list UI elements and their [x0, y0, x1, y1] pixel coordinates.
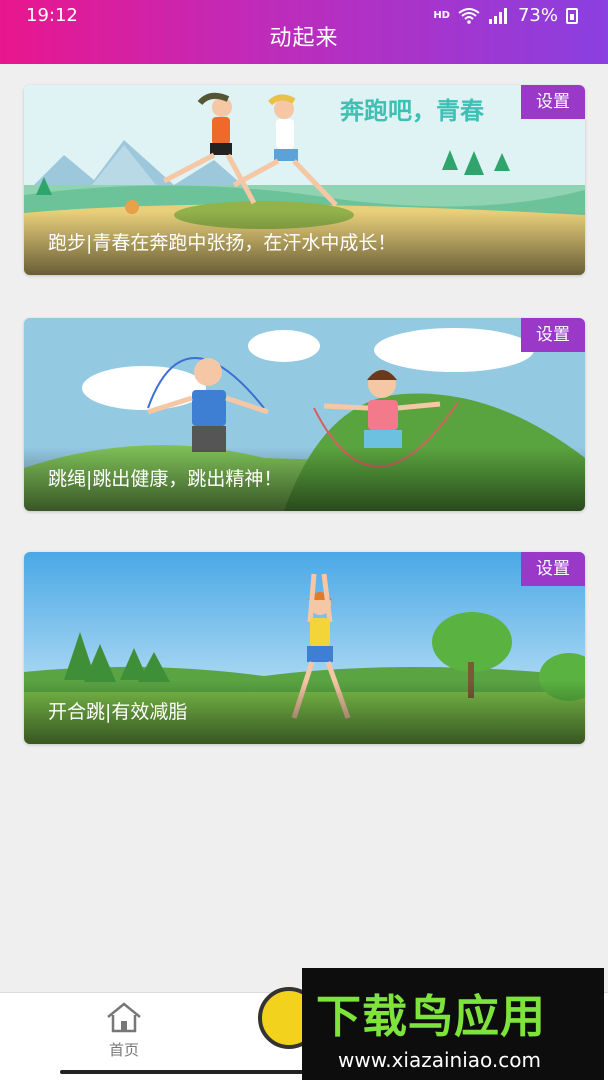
settings-button[interactable]: 设置: [521, 552, 585, 586]
settings-button[interactable]: 设置: [521, 85, 585, 119]
art-text-run: 奔跑吧，青春: [340, 97, 484, 125]
watermark-logo: 下载鸟应用 www.xiazainiao.com: [302, 968, 604, 1080]
card-jumping-jacks[interactable]: 设置 开合跳|有效减脂: [24, 552, 585, 744]
card-caption: 跑步|青春在奔跑中张扬，在汗水中成长！: [48, 232, 397, 254]
settings-button[interactable]: 设置: [521, 318, 585, 352]
watermark-title: 下载鸟应用: [316, 990, 547, 1043]
card-running[interactable]: 奔跑吧，青春 设置 跑步|青春在奔跑中张扬，在汗水中成长！: [24, 85, 585, 275]
card-caption-overlay: 开合跳|有效减脂: [24, 680, 585, 744]
card-caption-overlay: 跳绳|跳出健康，跳出精神！: [24, 447, 585, 511]
nav-home-label: 首页: [108, 1041, 139, 1059]
card-caption: 开合跳|有效减脂: [48, 701, 188, 723]
home-icon: [107, 1002, 141, 1033]
page-title: 动起来: [269, 26, 339, 51]
card-caption: 跳绳|跳出健康，跳出精神！: [48, 468, 283, 490]
card-jump-rope[interactable]: 设置 跳绳|跳出健康，跳出精神！: [24, 318, 585, 511]
app-header: 19:12 HD 73% 动起来: [0, 0, 608, 64]
nav-item-home[interactable]: 首页: [96, 1001, 152, 1060]
card-caption-overlay: 跑步|青春在奔跑中张扬，在汗水中成长！: [24, 211, 585, 275]
watermark-url: www.xiazainiao.com: [338, 1048, 541, 1072]
app-screen: { "status_bar": {"time": "19:12", "netwo…: [0, 0, 608, 1080]
